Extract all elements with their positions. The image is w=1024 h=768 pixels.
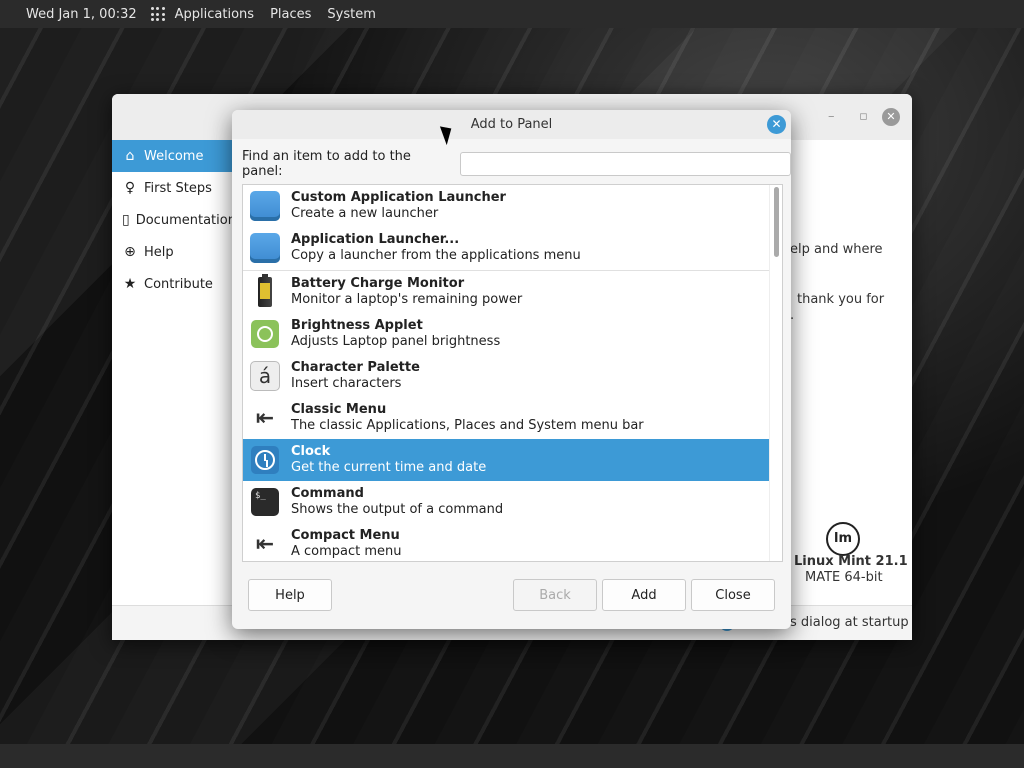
distro-edition: MATE 64-bit	[805, 570, 883, 585]
list-item-compact-menu[interactable]: ⇤ Compact Menu A compact menu	[243, 523, 769, 561]
scrollbar-thumb[interactable]	[774, 187, 779, 257]
brightness-icon	[249, 318, 281, 350]
list-item-subtitle: Shows the output of a command	[291, 502, 504, 517]
app-grid-icon	[150, 7, 165, 21]
linux-mint-logo-icon: lm	[826, 522, 860, 556]
list-item-subtitle: Get the current time and date	[291, 460, 487, 475]
arrow-left-icon: ⇤	[255, 531, 275, 557]
search-input[interactable]	[459, 152, 791, 176]
list-item-title: Brightness Applet	[291, 318, 423, 333]
dialog-title: Add to Panel	[470, 117, 553, 132]
places-menu[interactable]: Places	[270, 7, 311, 22]
sidebar-item-first-steps[interactable]: ♀ First Steps	[112, 172, 232, 204]
list-item-title: Battery Charge Monitor	[291, 276, 465, 291]
search-row: Find an item to add to the panel:	[242, 149, 791, 179]
clock-icon	[249, 444, 281, 476]
applet-list[interactable]: Custom Application Launcher Create a new …	[242, 184, 783, 562]
welcome-text-fragment: elp and where	[790, 242, 883, 257]
sidebar-item-documentation[interactable]: ▯ Documentation	[112, 204, 236, 236]
dialog-close-icon[interactable]: ✕	[767, 115, 786, 134]
launcher-icon	[249, 232, 281, 264]
list-item-subtitle: Copy a launcher from the applications me…	[291, 248, 581, 263]
list-item-subtitle: Insert characters	[291, 376, 402, 391]
maximize-icon[interactable]: ▫	[859, 109, 868, 124]
applications-menu-label: Applications	[174, 6, 255, 22]
list-item-title: Classic Menu	[291, 402, 387, 417]
applications-menu[interactable]: Applications	[150, 6, 255, 22]
sidebar-item-label: Contribute	[144, 276, 213, 292]
list-item-subtitle: The classic Applications, Places and Sys…	[291, 418, 644, 433]
bottom-panel	[0, 744, 1024, 768]
welcome-text-fragment: thank you for	[797, 292, 885, 307]
list-item-battery[interactable]: Battery Charge Monitor Monitor a laptop's…	[243, 271, 769, 313]
list-item-subtitle: A compact menu	[291, 544, 402, 559]
star-icon: ★	[123, 276, 137, 292]
sidebar-item-help[interactable]: ⊕ Help	[112, 236, 232, 268]
list-item-subtitle: Adjusts Laptop panel brightness	[291, 334, 501, 349]
welcome-close-icon[interactable]: ✕	[882, 108, 900, 126]
list-item-classic-menu[interactable]: ⇤ Classic Menu The classic Applications, …	[243, 397, 769, 439]
list-item-title: Compact Menu	[291, 528, 400, 543]
startup-toggle-label: s dialog at startup	[790, 615, 909, 630]
sidebar-item-welcome[interactable]: ⌂ Welcome	[112, 140, 232, 172]
arrow-left-icon: ⇤	[255, 405, 275, 431]
add-button[interactable]: Add	[602, 579, 686, 611]
sidebar-item-label: Documentation	[135, 212, 236, 228]
list-item-subtitle: Create a new launcher	[291, 206, 439, 221]
search-label: Find an item to add to the panel:	[242, 149, 411, 179]
welcome-sidebar: ⌂ Welcome ♀ First Steps ▯ Documentation …	[112, 140, 236, 605]
panel-clock[interactable]: Wed Jan 1, 00:32	[26, 7, 137, 22]
list-item-title: Clock	[291, 444, 331, 459]
sidebar-item-label: Welcome	[144, 148, 204, 164]
dialog-titlebar: Add to Panel ✕	[232, 110, 791, 139]
list-item-command[interactable]: $_ Command Shows the output of a command	[243, 481, 769, 523]
distro-name: Linux Mint 21.1	[794, 554, 908, 569]
sidebar-item-contribute[interactable]: ★ Contribute	[112, 268, 232, 300]
book-icon: ▯	[122, 212, 130, 228]
sidebar-item-label: Help	[144, 244, 174, 260]
list-item-app-launcher[interactable]: Application Launcher... Copy a launcher f…	[243, 227, 769, 269]
list-item-clock[interactable]: Clock Get the current time and date	[243, 439, 769, 481]
list-item-title: Custom Application Launcher	[291, 190, 506, 205]
list-item-title: Character Palette	[291, 360, 420, 375]
lightbulb-icon: ♀	[124, 180, 136, 196]
list-item-brightness[interactable]: Brightness Applet Adjusts Laptop panel br…	[243, 313, 769, 355]
list-item-title: Command	[291, 486, 364, 501]
top-panel: Wed Jan 1, 00:32 Applications Places Sys…	[0, 0, 1024, 28]
list-item-custom-launcher[interactable]: Custom Application Launcher Create a new …	[243, 185, 769, 227]
list-scrollbar[interactable]	[769, 185, 782, 561]
system-menu[interactable]: System	[327, 7, 375, 22]
close-button[interactable]: Close	[691, 579, 775, 611]
list-item-subtitle: Monitor a laptop's remaining power	[291, 292, 523, 307]
list-item-title: Application Launcher...	[291, 232, 460, 247]
sidebar-item-label: First Steps	[144, 180, 212, 196]
add-to-panel-dialog: Add to Panel ✕ Find an item to add to th…	[232, 110, 791, 629]
battery-icon	[249, 274, 281, 308]
help-button[interactable]: Help	[248, 579, 332, 611]
character-icon: á	[249, 360, 281, 392]
lifebuoy-icon: ⊕	[124, 244, 136, 260]
terminal-icon: $_	[249, 486, 281, 518]
back-button[interactable]: Back	[513, 579, 597, 611]
home-icon: ⌂	[125, 148, 135, 164]
list-item-character-palette[interactable]: á Character Palette Insert characters	[243, 355, 769, 397]
launcher-icon	[249, 190, 281, 222]
minimize-icon[interactable]: –	[828, 109, 835, 124]
